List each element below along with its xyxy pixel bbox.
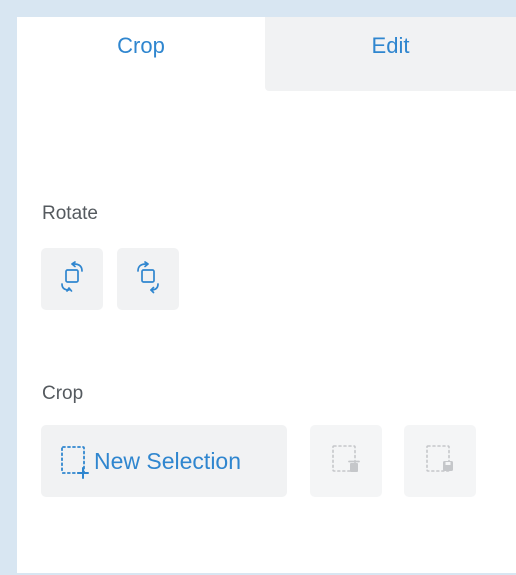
rotate-right-icon	[131, 260, 165, 299]
tab-edit[interactable]: Edit	[265, 17, 516, 91]
rotate-left-button[interactable]	[41, 248, 103, 310]
tab-crop[interactable]: Crop	[17, 17, 265, 91]
selection-save-icon	[424, 442, 456, 481]
new-selection-button[interactable]: New Selection	[41, 425, 287, 497]
selection-delete-icon	[330, 442, 362, 481]
crop-panel: Crop Edit Rotate Crop New Selection	[17, 17, 516, 573]
rotate-section-label: Rotate	[42, 203, 98, 224]
selection-add-icon	[60, 443, 90, 479]
tab-bar: Crop Edit	[17, 17, 516, 91]
save-selection-button[interactable]	[404, 425, 476, 497]
delete-selection-button[interactable]	[310, 425, 382, 497]
crop-panel-frame: Crop Edit Rotate Crop New Selection	[0, 0, 516, 575]
crop-section-label: Crop	[42, 383, 84, 404]
rotate-right-button[interactable]	[117, 248, 179, 310]
new-selection-label: New Selection	[94, 447, 242, 474]
rotate-left-icon	[55, 260, 89, 299]
